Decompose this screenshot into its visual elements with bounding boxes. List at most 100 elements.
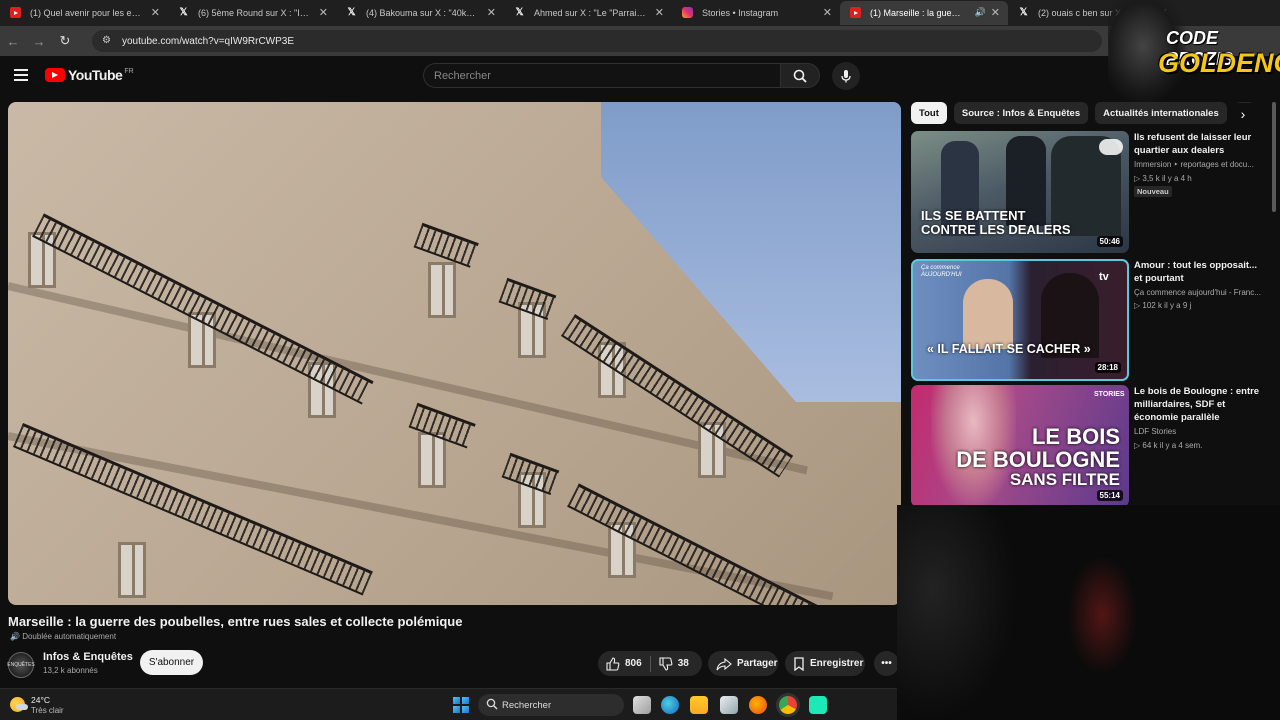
video-duration: 55:14	[1096, 490, 1123, 501]
thumbnail-person	[963, 279, 1013, 349]
task-view-icon[interactable]	[633, 696, 651, 714]
chevron-right-icon[interactable]: ›	[1232, 103, 1254, 125]
search-icon	[793, 69, 807, 83]
close-tab-icon[interactable]: ✕	[655, 6, 664, 19]
balcony-railing	[413, 222, 479, 268]
hamburger-menu-icon[interactable]	[14, 69, 28, 81]
youtube-logo[interactable]: YouTube FR	[45, 67, 134, 83]
site-info-icon[interactable]: ⚙	[102, 35, 111, 46]
video-thumbnail[interactable]: Ça commence AUJOURD'HUI tv « IL FALLAIT …	[911, 259, 1129, 381]
edge-browser-icon[interactable]	[661, 696, 679, 714]
caption-line: CONTRE LES DEALERS	[921, 221, 1071, 237]
share-label: Partager	[737, 658, 778, 669]
recommendation-meta: ▷ 102 k il y a 9 j	[1134, 301, 1192, 310]
tab-title: (1) Marseille : la guerre des	[870, 8, 962, 18]
youtube-favicon-icon	[850, 7, 861, 18]
scrollbar-thumb[interactable]	[1272, 102, 1276, 212]
tab-title: Stories • Instagram	[702, 8, 779, 18]
channel-name[interactable]: Infos & Enquêtes	[43, 651, 133, 663]
close-tab-icon[interactable]: ✕	[991, 6, 1000, 19]
dubbing-icon: 🔊	[10, 632, 20, 641]
thumbnail-brand: STORIES	[1094, 391, 1125, 398]
chip-all[interactable]: Tout	[911, 102, 947, 124]
thumbnail-caption: « IL FALLAIT SE CACHER »	[927, 342, 1091, 356]
webcam-figure	[1067, 555, 1137, 675]
speaker-icon[interactable]: 🔊	[975, 7, 986, 18]
video-duration: 28:18	[1094, 362, 1121, 373]
url-field[interactable]: ⚙ youtube.com/watch?v=qIW9RrCWP3E	[92, 30, 1102, 52]
youtube-play-icon	[45, 68, 65, 82]
save-button[interactable]: Enregistrer	[785, 651, 865, 676]
search-button[interactable]	[780, 63, 820, 88]
video-thumbnail[interactable]: STORIES LE BOIS DE BOULOGNE SANS FILTRE …	[911, 385, 1129, 507]
reload-icon[interactable]: ↻	[52, 33, 78, 49]
browser-tab[interactable]: 𝕏 Ahmed sur X : "Le "Parrain" bal ✕	[504, 1, 672, 25]
channel-avatar[interactable]: ENQUÊTES	[7, 652, 35, 678]
recommendation-channel[interactable]: Immersion ‣ reportages et docu...	[1134, 160, 1264, 169]
browser-tab-active[interactable]: (1) Marseille : la guerre des 🔊 ✕	[840, 1, 1008, 25]
recommendation-item[interactable]: STORIES LE BOIS DE BOULOGNE SANS FILTRE …	[911, 385, 1271, 507]
recommendation-item[interactable]: Ça commence AUJOURD'HUI tv « IL FALLAIT …	[911, 259, 1271, 381]
promo-line-2: GOLDENG	[1158, 48, 1280, 78]
forward-arrow-icon[interactable]: →	[26, 34, 52, 49]
share-button[interactable]: Partager	[708, 651, 778, 676]
building-window	[428, 262, 456, 318]
recommendation-channel[interactable]: Ça commence aujourd'hui - Franc...	[1134, 288, 1264, 297]
video-player[interactable]	[8, 102, 901, 605]
close-tab-icon[interactable]: ✕	[319, 6, 328, 19]
url-text: youtube.com/watch?v=qIW9RrCWP3E	[122, 35, 295, 47]
recommendation-title[interactable]: Amour : tout les opposait... et pourtant	[1134, 259, 1264, 285]
weather-sun-icon[interactable]	[10, 697, 28, 712]
subscribe-button[interactable]: S'abonner	[140, 650, 203, 675]
video-duration: 50:46	[1096, 236, 1123, 247]
close-tab-icon[interactable]: ✕	[823, 6, 832, 19]
logo-text: YouTube	[68, 67, 123, 83]
browser-tab-strip: (1) Quel avenir pour les exclus d ✕ 𝕏 (6…	[0, 0, 1280, 26]
filter-chips: Tout Source : Infos & Enquêtes Actualité…	[911, 102, 1251, 124]
chrome-icon[interactable]	[779, 696, 797, 714]
youtube-header: YouTube FR Rechercher	[0, 56, 1280, 96]
app-icon[interactable]	[809, 696, 827, 714]
balcony-railing	[12, 423, 373, 596]
caption-line: SANS FILTRE	[1009, 470, 1120, 490]
microsoft-store-icon[interactable]	[720, 696, 738, 714]
close-tab-icon[interactable]: ✕	[151, 6, 160, 19]
webcam-overlay	[897, 505, 1280, 720]
chip-source[interactable]: Source : Infos & Enquêtes	[953, 102, 1089, 124]
search-input[interactable]: Rechercher	[423, 63, 780, 88]
recommendation-item[interactable]: ILS SE BATTENT CONTRE LES DEALERS 50:46 …	[911, 131, 1271, 253]
taskbar-search[interactable]: Rechercher	[478, 694, 624, 716]
browser-tab[interactable]: 𝕏 (6) 5ème Round sur X : "Il va sort ✕	[168, 1, 336, 25]
windows-start-icon[interactable]	[453, 697, 469, 713]
like-button[interactable]: 806	[598, 651, 650, 676]
weather-condition[interactable]: Très clair	[31, 706, 64, 715]
new-badge: Nouveau	[1134, 186, 1172, 197]
chip-international-news[interactable]: Actualités internationales	[1095, 102, 1227, 124]
eye-icon	[1099, 139, 1123, 155]
video-thumbnail[interactable]: ILS SE BATTENT CONTRE LES DEALERS 50:46	[911, 131, 1129, 253]
voice-search-button[interactable]	[832, 62, 860, 90]
thumbnail-show-logo: Ça commence AUJOURD'HUI	[921, 265, 962, 278]
thumbnail-caption: LE BOIS DE BOULOGNE SANS FILTRE	[955, 425, 1120, 489]
more-dots-icon: •••	[881, 658, 892, 669]
x-favicon-icon: 𝕏	[179, 7, 188, 18]
close-tab-icon[interactable]: ✕	[487, 6, 496, 19]
recommendation-channel[interactable]: LDF Stories	[1134, 427, 1264, 436]
recommendation-title[interactable]: Ils refusent de laisser leur quartier au…	[1134, 131, 1264, 157]
back-arrow-icon[interactable]: ←	[0, 34, 26, 49]
browser-tab[interactable]: 𝕏 (4) Bakouma sur X : "40kg sur v ✕	[336, 1, 504, 25]
recommendation-meta: ▷ 64 k il y a 4 sem.	[1134, 441, 1203, 450]
temperature[interactable]: 24°C	[31, 695, 50, 705]
recommendation-meta: ▷ 3,5 k il y a 4 h	[1134, 174, 1192, 183]
browser-tab[interactable]: Stories • Instagram ✕	[672, 1, 840, 25]
subscriber-count: 13,2 k abonnés	[43, 666, 98, 675]
bookmark-icon	[794, 656, 804, 671]
dislike-button[interactable]: 38	[651, 651, 697, 676]
x-favicon-icon: 𝕏	[515, 7, 524, 18]
browser-tab[interactable]: (1) Quel avenir pour les exclus d ✕	[0, 1, 168, 25]
file-explorer-icon[interactable]	[690, 696, 708, 714]
recommendation-title[interactable]: Le bois de Boulogne : entre milliardaire…	[1134, 385, 1264, 424]
firefox-icon[interactable]	[749, 696, 767, 714]
scrollbar[interactable]	[1271, 102, 1277, 212]
more-actions-button[interactable]: •••	[874, 651, 899, 676]
